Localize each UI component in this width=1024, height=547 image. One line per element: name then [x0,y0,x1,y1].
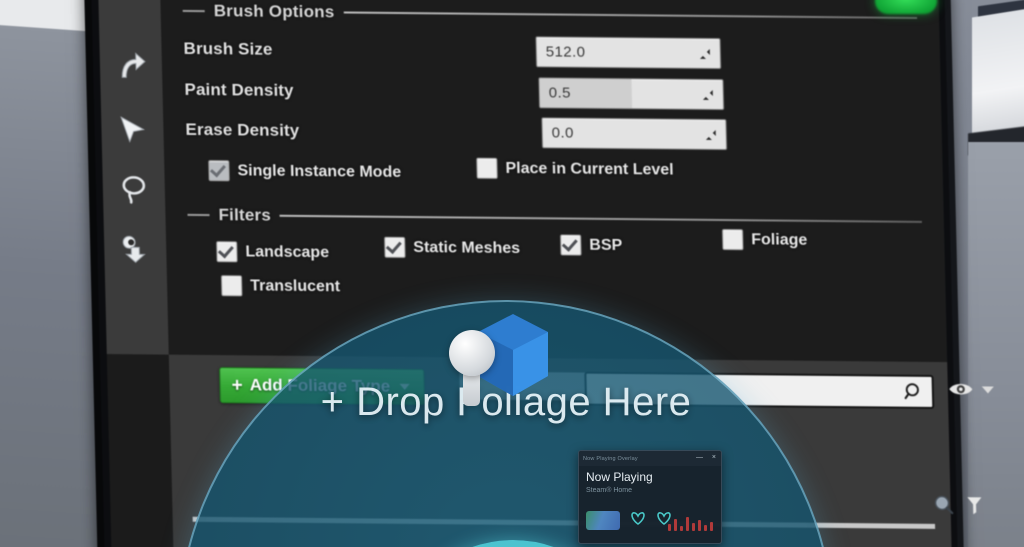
filter-bsp-label: BSP [589,236,623,254]
background-slab-right [972,0,1024,146]
lasso-icon [116,172,151,206]
place-in-current-level-label: Place in Current Level [505,159,674,179]
single-instance-mode-checkbox[interactable] [208,160,230,182]
brush-options-section-header[interactable]: Brush Options [182,1,918,28]
browser-status-icons [932,494,983,516]
brush-size-label: Brush Size [183,38,273,59]
drag-handle-icon[interactable] [698,46,712,60]
section-rule [279,214,922,223]
filters-section-header[interactable]: Filters [187,205,922,232]
vr-pointer-cursor [449,330,501,406]
section-rule [343,11,918,19]
tool-strip [98,0,169,355]
single-instance-mode-checkbox-row[interactable]: Single Instance Mode [208,160,401,183]
drag-handle-icon[interactable] [701,87,715,101]
filter-foliage-row[interactable]: Foliage [721,229,808,251]
paint-density-input[interactable]: 0.5 [538,77,725,111]
vr-cursor-ball [449,330,495,376]
drag-handle-icon[interactable] [704,127,718,141]
erase-density-value: 0.0 [551,124,574,142]
filters-title: Filters [218,205,272,225]
zoom-search-icon[interactable] [932,494,955,516]
paint-density-label: Paint Density [184,79,294,100]
place-in-current-level-checkbox[interactable] [476,157,498,179]
visibility-eye-button[interactable] [948,379,974,399]
filter-static-meshes-row[interactable]: Static Meshes [384,236,521,259]
screenshot-root: Brush Options Brush Size Paint Density E… [0,0,1024,547]
brush-options-title: Brush Options [213,1,335,22]
now-playing-overlay[interactable]: Now Playing Overlay — × Now Playing Stea… [578,450,722,544]
collapse-dash-icon [182,9,205,13]
curved-arrow-icon [114,50,149,84]
filter-foliage-checkbox[interactable] [721,229,744,251]
now-playing-titlebar: Now Playing Overlay — × [579,451,721,466]
filter-static-meshes-checkbox[interactable] [384,236,406,258]
minimize-icon[interactable]: — [696,454,703,461]
filter-bsp-checkbox[interactable] [560,234,582,256]
cursor-arrow-icon [115,112,150,146]
close-icon[interactable]: × [712,454,716,461]
status-badge-green[interactable] [875,0,937,14]
filter-translucent-label: Translucent [249,276,341,295]
brush-size-input[interactable]: 512.0 [535,36,722,70]
filter-funnel-icon[interactable] [966,495,982,515]
sidebar-item-select-tool[interactable] [105,38,156,96]
visibility-dropdown-chevron-icon[interactable] [981,386,994,394]
sidebar-item-fill-tool[interactable] [110,220,161,278]
filter-landscape-checkbox[interactable] [216,241,238,263]
filter-bsp-row[interactable]: BSP [560,234,622,256]
sidebar-item-pointer-tool[interactable] [107,100,158,158]
now-playing-subtitle: Steam® Home [586,487,633,494]
now-playing-window-title: Now Playing Overlay [583,455,638,462]
sidebar-item-lasso-tool[interactable] [108,160,159,218]
brush-size-value: 512.0 [545,43,586,61]
place-in-current-level-checkbox-row[interactable]: Place in Current Level [476,157,674,181]
fill-bucket-icon [118,232,153,266]
search-icon[interactable] [904,382,924,402]
paint-density-value: 0.5 [548,84,572,102]
erase-density-label: Erase Density [185,119,300,140]
filter-landscape-row[interactable]: Landscape [216,241,329,263]
album-art-thumbnail [586,511,620,530]
previous-track-button[interactable] [629,511,647,529]
eye-icon [948,379,974,399]
filter-translucent-checkbox[interactable] [220,275,243,297]
single-instance-mode-label: Single Instance Mode [237,161,402,181]
filter-translucent-row[interactable]: Translucent [220,275,341,297]
collapse-dash-icon [187,213,210,217]
filter-landscape-label: Landscape [245,242,330,261]
erase-density-input[interactable]: 0.0 [541,117,728,151]
background-wall-right [968,142,1024,547]
filter-static-meshes-label: Static Meshes [413,238,521,257]
filter-foliage-label: Foliage [751,230,808,249]
now-playing-heading: Now Playing [586,470,653,484]
audio-equalizer [668,509,716,531]
